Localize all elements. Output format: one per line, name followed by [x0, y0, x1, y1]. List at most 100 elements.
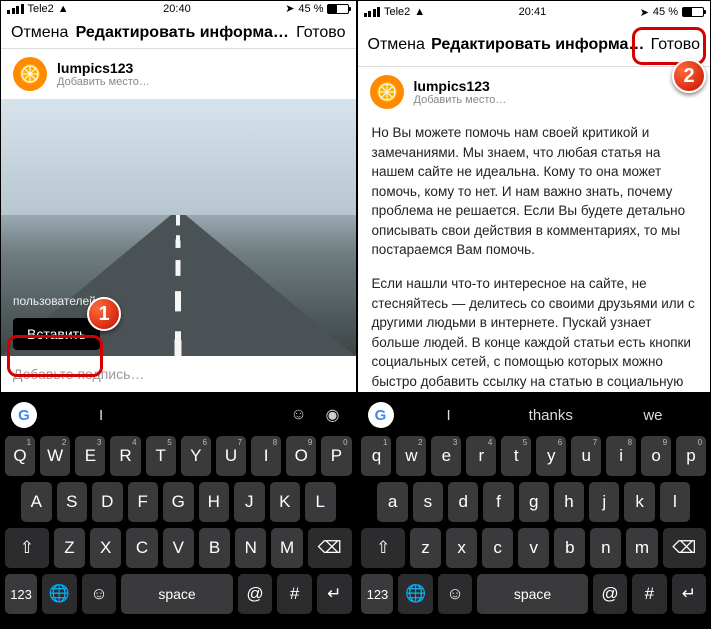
battery-icon — [327, 4, 349, 14]
key-c[interactable]: c — [482, 528, 513, 568]
key-h[interactable]: H — [199, 482, 230, 522]
key-a[interactable]: A — [21, 482, 52, 522]
at-key[interactable]: @ — [593, 574, 627, 614]
key-r[interactable]: r4 — [466, 436, 496, 476]
key-v[interactable]: v — [518, 528, 549, 568]
emoji-key[interactable]: ☺ — [82, 574, 117, 614]
space-key[interactable]: space — [477, 574, 588, 614]
avatar[interactable] — [370, 75, 404, 109]
shift-key[interactable]: ⇧ — [361, 528, 405, 568]
key-k[interactable]: K — [270, 482, 301, 522]
status-bar: Tele2 ▲ 20:41 ➤ 45 % — [358, 1, 711, 23]
return-key[interactable]: ↵ — [672, 574, 706, 614]
done-button[interactable]: Готово — [651, 36, 700, 54]
cancel-button[interactable]: Отмена — [11, 24, 68, 42]
cancel-button[interactable]: Отмена — [368, 36, 425, 54]
body-paragraph-1: Но Вы можете помочь нам своей критикой и… — [372, 123, 697, 260]
key-u[interactable]: U7 — [216, 436, 246, 476]
key-z[interactable]: Z — [54, 528, 85, 568]
key-w[interactable]: w2 — [396, 436, 426, 476]
key-s[interactable]: s — [413, 482, 443, 522]
caption-input[interactable]: Добавьте подпись… — [1, 356, 356, 392]
suggestion-1[interactable]: I — [45, 407, 157, 424]
add-location-button[interactable]: Добавить место… — [57, 76, 150, 88]
hash-key[interactable]: # — [632, 574, 666, 614]
emoji-key[interactable]: ☺ — [438, 574, 472, 614]
key-m[interactable]: M — [271, 528, 302, 568]
status-bar: Tele2 ▲ 20:40 ➤ 45 % — [1, 1, 356, 17]
google-icon[interactable]: G — [368, 402, 394, 428]
key-d[interactable]: d — [448, 482, 478, 522]
key-i[interactable]: i8 — [606, 436, 636, 476]
suggestion-2[interactable]: thanks — [504, 407, 598, 424]
key-p[interactable]: p0 — [676, 436, 706, 476]
key-n[interactable]: n — [590, 528, 621, 568]
key-k[interactable]: k — [624, 482, 654, 522]
key-e[interactable]: E3 — [75, 436, 105, 476]
key-a[interactable]: a — [377, 482, 407, 522]
battery-text: 45 % — [653, 6, 678, 18]
post-image[interactable]: пользователей Вставить — [1, 99, 356, 356]
caption-textarea[interactable]: Но Вы можете помочь нам своей критикой и… — [358, 117, 711, 392]
camera-icon[interactable]: ◉ — [320, 402, 346, 428]
key-b[interactable]: b — [554, 528, 585, 568]
key-y[interactable]: y6 — [536, 436, 566, 476]
paste-popover[interactable]: Вставить — [13, 318, 100, 350]
key-y[interactable]: Y6 — [181, 436, 211, 476]
author-row: lumpics123 Добавить место… — [1, 49, 356, 99]
key-t[interactable]: T5 — [146, 436, 176, 476]
hash-key[interactable]: # — [277, 574, 312, 614]
key-b[interactable]: B — [199, 528, 230, 568]
key-g[interactable]: G — [163, 482, 194, 522]
key-i[interactable]: I8 — [251, 436, 281, 476]
key-m[interactable]: m — [626, 528, 657, 568]
key-u[interactable]: u7 — [571, 436, 601, 476]
key-z[interactable]: z — [410, 528, 441, 568]
key-w[interactable]: W2 — [40, 436, 70, 476]
key-o[interactable]: o9 — [641, 436, 671, 476]
key-q[interactable]: Q1 — [5, 436, 35, 476]
shift-key[interactable]: ⇧ — [5, 528, 49, 568]
google-icon[interactable]: G — [11, 402, 37, 428]
key-l[interactable]: L — [305, 482, 336, 522]
key-j[interactable]: j — [589, 482, 619, 522]
globe-key[interactable]: 🌐 — [42, 574, 77, 614]
key-r[interactable]: R4 — [110, 436, 140, 476]
key-f[interactable]: F — [128, 482, 159, 522]
key-o[interactable]: O9 — [286, 436, 316, 476]
space-key[interactable]: space — [121, 574, 232, 614]
key-x[interactable]: x — [446, 528, 477, 568]
globe-key[interactable]: 🌐 — [398, 574, 432, 614]
key-p[interactable]: P0 — [321, 436, 351, 476]
suggestion-1[interactable]: I — [402, 407, 496, 424]
backspace-key[interactable]: ⌫ — [308, 528, 352, 568]
key-v[interactable]: V — [163, 528, 194, 568]
avatar[interactable] — [13, 57, 47, 91]
key-t[interactable]: t5 — [501, 436, 531, 476]
backspace-key[interactable]: ⌫ — [663, 528, 707, 568]
key-n[interactable]: N — [235, 528, 266, 568]
key-d[interactable]: D — [92, 482, 123, 522]
sticker-icon[interactable]: ☺ — [286, 402, 312, 428]
key-q[interactable]: q1 — [361, 436, 391, 476]
key-h[interactable]: h — [554, 482, 584, 522]
key-l[interactable]: l — [660, 482, 690, 522]
key-c[interactable]: C — [126, 528, 157, 568]
key-e[interactable]: e3 — [431, 436, 461, 476]
numeric-key[interactable]: 123 — [5, 574, 37, 614]
at-key[interactable]: @ — [238, 574, 273, 614]
add-location-button[interactable]: Добавить место… — [414, 94, 507, 106]
key-s[interactable]: S — [57, 482, 88, 522]
done-button[interactable]: Готово — [296, 24, 345, 42]
return-key[interactable]: ↵ — [317, 574, 352, 614]
battery-icon — [682, 7, 704, 17]
location-icon: ➤ — [285, 2, 294, 15]
key-j[interactable]: J — [234, 482, 265, 522]
key-f[interactable]: f — [483, 482, 513, 522]
numeric-key[interactable]: 123 — [361, 574, 393, 614]
keyboard: G I ☺ ◉ Q1 W2 E3 R4 T5 Y6 U7 I8 O9 P0 A … — [1, 392, 356, 628]
key-x[interactable]: X — [90, 528, 121, 568]
suggestion-3[interactable]: we — [606, 407, 700, 424]
page-title: Редактировать информа… — [68, 24, 296, 42]
key-g[interactable]: g — [519, 482, 549, 522]
